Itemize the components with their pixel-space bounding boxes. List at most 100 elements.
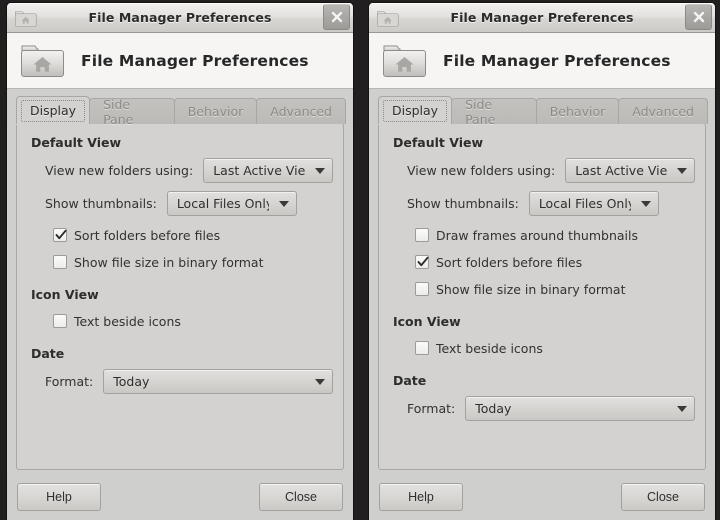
- group-title: Icon View: [31, 287, 99, 302]
- checkbox-sort-folders-before-files[interactable]: [53, 228, 67, 242]
- chevron-down-icon: [677, 405, 687, 412]
- checkbox-row-show-file-size-in-binary-format[interactable]: Show file size in binary format: [53, 251, 333, 273]
- tab-advanced[interactable]: Advanced: [618, 98, 708, 124]
- folder-home-icon: [381, 39, 429, 83]
- row-format: Format: Today: [407, 396, 695, 421]
- window-title: File Manager Preferences: [88, 10, 272, 25]
- group-default-view: Default View View new folders using: Last …: [27, 135, 334, 273]
- header-banner: File Manager Preferences: [7, 33, 353, 89]
- group-date: Date Format: Today: [389, 373, 695, 421]
- header-banner: File Manager Preferences: [369, 33, 715, 89]
- combobox-format[interactable]: Today: [103, 369, 333, 394]
- checkbox-row-draw-frames-around-thumbnails[interactable]: Draw frames around thumbnails: [415, 224, 695, 246]
- action-bar: Help Close: [7, 471, 353, 520]
- tab-side-pane[interactable]: Side Pane: [451, 96, 537, 127]
- close-icon: [693, 11, 705, 23]
- group-icon-view: Icon View Text beside icons: [389, 314, 695, 359]
- combobox-show-thumbnails[interactable]: Local Files Only: [166, 191, 297, 216]
- close-window-button[interactable]: [323, 4, 350, 30]
- preferences-window-left: File Manager Preferences File Manager Pre…: [6, 2, 354, 520]
- tab-bar: Display Side Pane Behavior Advanced: [7, 89, 353, 127]
- checkbox-row-text-beside-icons[interactable]: Text beside icons: [53, 310, 333, 332]
- tab-display[interactable]: Display: [16, 96, 91, 124]
- help-button[interactable]: Help: [379, 483, 463, 511]
- combobox-view-new-folders-using[interactable]: Last Active View: [565, 158, 696, 183]
- tab-side-pane[interactable]: Side Pane: [89, 96, 175, 127]
- field-label: Format:: [407, 401, 456, 416]
- group-title: Default View: [393, 135, 484, 150]
- group-default-view: Default View View new folders using: Last …: [389, 135, 696, 300]
- tab-display[interactable]: Display: [378, 96, 453, 124]
- titlebar: File Manager Preferences: [369, 3, 715, 33]
- tab-behavior[interactable]: Behavior: [535, 98, 620, 124]
- folder-home-icon: [14, 8, 38, 28]
- tab-label: Advanced: [270, 104, 332, 119]
- chevron-down-icon: [640, 200, 651, 207]
- tab-label: Side Pane: [465, 96, 496, 127]
- group-date: Date Format: Today: [27, 346, 333, 394]
- field-label: Show thumbnails:: [407, 196, 519, 211]
- field-label: Show thumbnails:: [45, 196, 157, 211]
- focus-outline: [21, 100, 86, 122]
- tab-label: Behavior: [549, 104, 606, 119]
- display-tab-panel: Default View View new folders using: Last …: [378, 123, 706, 470]
- checkbox-label: Sort folders before files: [74, 227, 221, 243]
- checkbox-sort-folders-before-files[interactable]: [415, 255, 429, 269]
- desktop-background: File Manager Preferences File Manager Pre…: [0, 0, 720, 520]
- checkbox-label: Show file size in binary format: [436, 281, 626, 297]
- checkbox-row-show-file-size-in-binary-format[interactable]: Show file size in binary format: [415, 278, 695, 300]
- close-button[interactable]: Close: [621, 483, 705, 511]
- tab-label: Side Pane: [103, 96, 134, 127]
- page-title: File Manager Preferences: [443, 51, 671, 70]
- combobox-value: Last Active View: [575, 163, 668, 178]
- group-title: Date: [31, 346, 65, 361]
- combobox-view-new-folders-using[interactable]: Last Active View: [203, 158, 334, 183]
- checkbox-row-sort-folders-before-files[interactable]: Sort folders before files: [53, 224, 333, 246]
- display-tab-panel: Default View View new folders using: Last …: [16, 123, 344, 470]
- checkbox-label: Draw frames around thumbnails: [436, 227, 638, 243]
- checkbox-row-text-beside-icons[interactable]: Text beside icons: [415, 337, 695, 359]
- titlebar: File Manager Preferences: [7, 3, 353, 33]
- action-bar: Help Close: [369, 471, 715, 520]
- combobox-value: Last Active View: [213, 163, 306, 178]
- folder-home-icon: [376, 8, 400, 28]
- folder-home-icon: [19, 39, 67, 83]
- close-button[interactable]: Close: [259, 483, 343, 511]
- checkbox-show-file-size-in-binary-format[interactable]: [415, 282, 429, 296]
- combobox-show-thumbnails[interactable]: Local Files Only: [528, 191, 659, 216]
- row-show-thumbnails: Show thumbnails: Local Files Only: [407, 191, 695, 216]
- chevron-down-icon: [677, 167, 688, 174]
- page-title: File Manager Preferences: [81, 51, 309, 70]
- window-title: File Manager Preferences: [450, 10, 634, 25]
- combobox-value: Today: [475, 401, 512, 416]
- chevron-down-icon: [315, 378, 325, 385]
- combobox-value: Local Files Only: [538, 196, 631, 211]
- field-label: Format:: [45, 374, 94, 389]
- checkbox-label: Show file size in binary format: [74, 254, 264, 270]
- tab-behavior[interactable]: Behavior: [173, 98, 258, 124]
- row-show-thumbnails: Show thumbnails: Local Files Only: [45, 191, 333, 216]
- combobox-format[interactable]: Today: [465, 396, 695, 421]
- chevron-down-icon: [315, 167, 326, 174]
- row-view-new-folders-using: View new folders using: Last Active View: [45, 158, 334, 183]
- help-button[interactable]: Help: [17, 483, 101, 511]
- checkbox-draw-frames-around-thumbnails[interactable]: [415, 228, 429, 242]
- tab-content-wrapper: Default View View new folders using: Last …: [369, 123, 715, 471]
- tab-advanced[interactable]: Advanced: [256, 98, 346, 124]
- combobox-value: Local Files Only: [176, 196, 269, 211]
- preferences-window-right: File Manager Preferences File Manager Pre…: [368, 2, 716, 520]
- checkbox-text-beside-icons[interactable]: [53, 314, 67, 328]
- chevron-down-icon: [278, 200, 289, 207]
- field-label: View new folders using:: [45, 163, 194, 178]
- tab-content-wrapper: Default View View new folders using: Last …: [7, 123, 353, 471]
- checkbox-row-sort-folders-before-files[interactable]: Sort folders before files: [415, 251, 695, 273]
- close-window-button[interactable]: [685, 4, 712, 30]
- focus-outline: [383, 100, 448, 122]
- group-title: Default View: [31, 135, 122, 150]
- checkbox-show-file-size-in-binary-format[interactable]: [53, 255, 67, 269]
- checkbox-text-beside-icons[interactable]: [415, 341, 429, 355]
- group-title: Date: [393, 373, 427, 388]
- checkbox-label: Text beside icons: [74, 313, 181, 329]
- combobox-value: Today: [113, 374, 150, 389]
- group-icon-view: Icon View Text beside icons: [27, 287, 333, 332]
